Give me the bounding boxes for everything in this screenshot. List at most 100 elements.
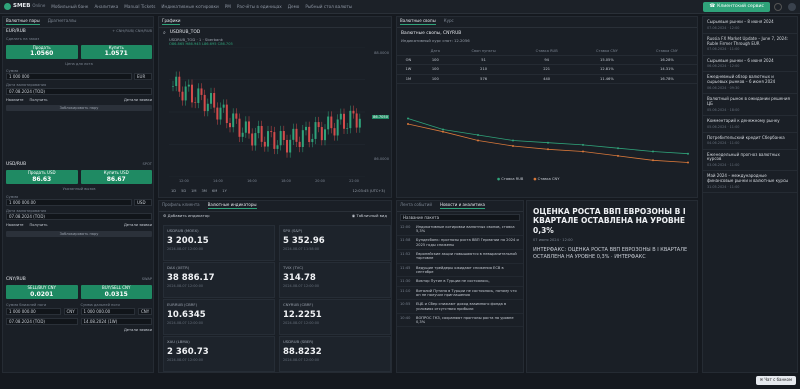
analytics-item[interactable]: Валютный рынок в ожидании решения ЦБ 05.0… [703, 94, 797, 116]
period-1Y[interactable]: 1Y [222, 189, 226, 193]
block-pair-button[interactable]: Заблокировать пару [6, 230, 152, 237]
sell-buy-button[interactable]: SELL/BUY CNY 0.0201 [6, 285, 78, 300]
table-row[interactable]: ON 100 51 94 15.05% 16.28% [397, 55, 697, 66]
news-text: ЕЦБ и Сбер снижают доход взаимного фонда… [416, 302, 507, 311]
indicator-tile[interactable]: TVIX (TVC) 314.78 2024-08-07 12:00:00 [279, 262, 391, 298]
analytics-item[interactable]: Сырьевые рынки – 6 июня 2024 06.06.2024 ·… [703, 56, 797, 73]
indicator-tile[interactable]: EURRUB (CBRF) 10.6345 2024-08-07 12:00:00 [163, 299, 275, 335]
indicator-tile[interactable]: XAU (LBMA) 2 360.73 2024-08-07 12:00:00 [163, 336, 275, 372]
news-item[interactable]: 11:10 Виталий Путина в Турции не состояло… [397, 287, 523, 301]
block-pair-button[interactable]: Заблокировать пару [6, 104, 152, 112]
buy-button[interactable]: Купить 1.0571 [80, 44, 152, 59]
order-details-link[interactable]: Детали заявки [124, 223, 152, 227]
news-item[interactable]: 11:45 Ведущие трейдеры ожидают снижения E… [397, 264, 523, 278]
news-item[interactable]: 10:55 ЕЦБ и Сбер снижают доход взаимного … [397, 300, 523, 314]
near-currency[interactable]: CNY [63, 307, 78, 315]
nav-item[interactable]: Manual Tickets [124, 4, 155, 9]
news-item[interactable]: 11:58 Бундесбанк: прогнозы роста ВВП Герм… [397, 236, 523, 251]
buy-usd-button[interactable]: Купить USD 86.67 [80, 170, 152, 185]
far-amount-input[interactable]: 1 000 000.00 [80, 307, 135, 315]
news-search-input[interactable]: Название пакета [400, 213, 520, 221]
candle [327, 116, 330, 130]
tab-fx-pairs[interactable]: Валютные пары [6, 18, 40, 25]
brand-logo[interactable]: SMEB Online [4, 3, 45, 10]
pair-name[interactable]: EUR/RUB [6, 29, 26, 34]
amount-input[interactable]: 1 000 000.00 [6, 198, 132, 206]
near-amount-input[interactable]: 1 000 000.00 [6, 307, 61, 315]
notification-icon[interactable] [774, 3, 782, 11]
checkbox-1[interactable]: Нажмите [6, 98, 24, 102]
far-currency[interactable]: CNY [138, 307, 152, 315]
tab-news-analytics[interactable]: Новости и аналитика [439, 202, 485, 209]
nav-item[interactable]: Рыбный стол валюты [305, 4, 352, 9]
checkbox-2[interactable]: Получить [30, 98, 48, 102]
pair-name[interactable]: CNY/RUB [6, 277, 26, 282]
indicator-tile[interactable]: SPX (S&P) 5 352.96 2024-08-07 11:58:00 [279, 225, 391, 261]
pair-name[interactable]: USD/RUB [6, 162, 26, 167]
value-date-select[interactable]: 07.08.2024 (TOD) [6, 87, 152, 95]
indicator-tile[interactable]: USDRUB (SBER) 88.8232 2024-08-07 12:00:00 [279, 336, 391, 372]
period-5D[interactable]: 5D [181, 189, 186, 193]
ticker-select[interactable]: USDRUB_TOD [170, 30, 200, 35]
news-item[interactable]: 12:00 Индикативные котировки валютных сво… [397, 223, 523, 237]
order-details-link[interactable]: Детали заявки [124, 98, 152, 102]
nav-item[interactable]: Индикативные котировки [161, 4, 218, 9]
period-1M[interactable]: 1M [191, 189, 196, 193]
analytics-item[interactable]: Ежедневный обзор валютных и сырьевых рын… [703, 72, 797, 95]
candle [203, 94, 206, 112]
avatar[interactable] [788, 3, 796, 11]
analytics-item[interactable]: Комментарий к денежному рынку 05.06.2024 … [703, 116, 797, 133]
sell-usd-button[interactable]: Продать USD 86.63 [6, 170, 78, 185]
nav-item[interactable]: Аналитика [94, 4, 118, 9]
tab-swaps[interactable]: Валютные свопы [400, 18, 436, 25]
tab-metals[interactable]: Драгметаллы [48, 18, 77, 25]
tab-fx-indicators[interactable]: Валютные индикаторы [207, 202, 257, 209]
indicator-tile[interactable]: USDRUB (MOEX) 3 200.15 2024-08-07 12:00:00 [163, 225, 275, 261]
news-item[interactable]: 10:40 ВОПРОС ГКЗ, сохраняют прогнозы рост… [397, 314, 523, 328]
analytics-item[interactable]: Потребительский кредит Сбербанка 04.06.20… [703, 133, 797, 150]
period-3M[interactable]: 3M [202, 189, 207, 193]
client-service-button[interactable]: ☎ Клиентский сервис [703, 2, 770, 12]
far-date-select[interactable]: 14.08.2024 (1W) [80, 317, 152, 325]
analytics-item[interactable]: Russia FX Market Update – June 7, 2024: … [703, 34, 797, 56]
value-date-select[interactable]: 07.08.2024 (TOD) [6, 213, 152, 221]
nav-item[interactable]: PM [225, 4, 231, 9]
nav-item[interactable]: Демо [288, 4, 300, 9]
deal-on-order[interactable]: Сделать на заказ [6, 37, 152, 41]
candle [279, 131, 282, 146]
tab-events[interactable]: Лента событий [400, 202, 432, 209]
tab-client-profile[interactable]: Профиль клиента [162, 202, 200, 209]
indicator-tile[interactable]: DAX (XETR) 38 886.17 2024-08-07 12:00:00 [163, 262, 275, 298]
nav-item[interactable]: Мобильный банк [51, 4, 88, 9]
analytics-item[interactable]: Май 2024 – международные финансовые рынк… [703, 171, 797, 193]
news-item[interactable]: 11:52 Европейские акции повышаются в невы… [397, 250, 523, 264]
nav-item[interactable]: Расчёты в единицах [237, 4, 282, 9]
analytics-item[interactable]: Еженедельный прогноз валютных курсов 03.0… [703, 150, 797, 172]
table-cell: 11.46% [576, 74, 637, 84]
table-view-toggle[interactable]: ◉ Табличный вид [352, 213, 387, 219]
table-row[interactable]: 1M 100 576 440 11.46% 16.78% [397, 74, 697, 84]
checkbox-2[interactable]: Получить [30, 223, 48, 227]
currency-select[interactable]: USD [134, 198, 152, 206]
checkbox-1[interactable]: Нажмите [6, 223, 24, 227]
tab-charts[interactable]: Графики [162, 18, 181, 25]
period-1D[interactable]: 1D [171, 189, 176, 193]
near-date-select[interactable]: 07.08.2024 (TOD) [6, 317, 78, 325]
analytics-item[interactable]: Сырьевые рынки – 8 июня 2024 07.06.2024 ·… [703, 17, 797, 34]
buy-sell-button[interactable]: BUY/SELL CNY 0.0315 [80, 285, 152, 300]
price-chart[interactable] [169, 47, 365, 177]
order-details-link[interactable]: Детали заявки [6, 328, 152, 332]
indicator-tile[interactable]: CNYRUB (CBRF) 12.2251 2024-08-07 12:00:00 [279, 299, 391, 335]
table-row[interactable]: 1W 100 210 221 12.81% 14.31% [397, 64, 697, 75]
sell-button[interactable]: Продать 1.0560 [6, 44, 78, 59]
chat-button[interactable]: ✉ Чат с банком [755, 376, 796, 385]
time-axis: 12:00 14:00 16:00 18:00 20:00 22:00 [179, 179, 359, 183]
amount-input[interactable]: 1 000 000 [6, 73, 132, 81]
series-point [547, 141, 549, 144]
period-6M[interactable]: 6M [212, 189, 217, 193]
currency-select[interactable]: EUR [134, 73, 152, 81]
search-icon[interactable]: ⌕ [163, 30, 166, 36]
add-indicator-button[interactable]: ⚙ Добавить индикатор [163, 213, 210, 219]
tab-rate[interactable]: Курс [444, 18, 454, 25]
news-item[interactable]: 11:30 Виктор Путин в Турции не состоялось… [397, 277, 523, 287]
